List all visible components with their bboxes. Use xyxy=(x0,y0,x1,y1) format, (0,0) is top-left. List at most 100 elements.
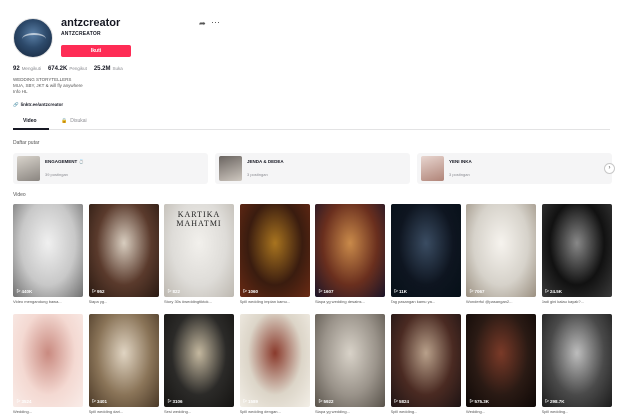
video-caption[interactable]: Siapa yg... xyxy=(89,299,159,304)
playlist-subtitle: 39 postingan xyxy=(45,172,68,177)
video-caption[interactable]: Wedding... xyxy=(13,409,83,414)
profile-stats: 92 Mengikuti 674.2K Pengikut 25.2M Suka xyxy=(13,66,123,72)
video-thumbnail[interactable]: ▷ 3106 xyxy=(164,314,234,407)
video-caption[interactable]: Siapa yg wedding... xyxy=(315,409,385,414)
video-caption[interactable]: Spill wedding... xyxy=(391,409,461,414)
following-stat[interactable]: 92 Mengikuti xyxy=(13,66,41,72)
play-icon: ▷ xyxy=(545,398,549,403)
view-count: ▷ 11K xyxy=(395,288,407,294)
video-caption[interactable]: Spill wedding dari... xyxy=(89,409,159,414)
video-thumbnail[interactable]: ▷ 575.3K xyxy=(466,314,536,407)
playlists-title: Daftar putar xyxy=(13,140,40,146)
playlist-card[interactable]: ENGAGEMENT 💍 39 postingan xyxy=(13,153,208,184)
play-icon: ▷ xyxy=(319,398,323,403)
tab-liked[interactable]: 🔒 Disukai xyxy=(61,118,87,124)
video-caption[interactable]: Spill wedding dengan... xyxy=(240,409,310,414)
playlists-row: ENGAGEMENT 💍 39 postingan JENDA & DEDEA … xyxy=(13,153,618,184)
share-icon[interactable]: ➦ xyxy=(199,19,209,29)
video-thumbnail[interactable]: ▷ 5824 xyxy=(390,314,461,407)
more-icon[interactable]: ⋯ xyxy=(211,17,223,27)
nickname: ANTZCREATOR xyxy=(61,31,101,37)
view-count-value: 575.3K xyxy=(474,398,489,404)
likes-label: Suka xyxy=(112,66,123,71)
view-count: ▷ 7067 xyxy=(470,288,484,294)
profile-link[interactable]: 🔗 linktr.ee/antzcreator xyxy=(13,102,63,108)
video-thumbnail[interactable]: ▷ 3401 xyxy=(88,314,159,407)
play-icon: ▷ xyxy=(243,288,247,293)
video-thumbnail[interactable]: ▷ 24.5K xyxy=(541,204,612,297)
followers-stat[interactable]: 674.2K Pengikut xyxy=(48,66,87,72)
view-count-value: 3524 xyxy=(21,398,32,404)
view-count: ▷ 822 xyxy=(168,288,180,294)
view-count-value: 5824 xyxy=(398,398,409,404)
link-icon: 🔗 xyxy=(13,102,19,107)
view-count-value: 298.7K xyxy=(549,398,565,404)
playlist-card[interactable]: YENI INKA 3 postingan xyxy=(417,153,612,184)
view-count-value: 1589 xyxy=(247,398,258,404)
chevron-right-icon[interactable]: › xyxy=(604,163,615,174)
following-count: 92 xyxy=(13,66,20,72)
thumbnail-text: KARTIKA MAHATMI xyxy=(176,210,222,228)
video-caption[interactable]: Tag pasangan kamu ya... xyxy=(391,299,461,304)
follow-button[interactable]: Ikuti xyxy=(61,45,131,57)
video-thumbnail[interactable]: ▷ 3524 xyxy=(13,314,83,407)
video-thumbnail[interactable]: ▷ 440K xyxy=(13,204,83,297)
view-count: ▷ 298.7K xyxy=(546,398,565,404)
video-caption[interactable]: Jadi gini kalau kayak?... xyxy=(542,299,612,304)
profile-link-text: linktr.ee/antzcreator xyxy=(20,102,64,107)
view-count: ▷ 1607 xyxy=(319,288,333,294)
view-count-value: 440K xyxy=(21,288,33,294)
playlist-card[interactable]: JENDA & DEDEA 3 postingan xyxy=(215,153,410,184)
view-count-value: 24.5K xyxy=(549,288,562,294)
playlist-thumbnail xyxy=(421,156,444,181)
video-thumbnail[interactable]: ▷ 7067 xyxy=(466,204,536,297)
profile-tabs: Video 🔒 Disukai xyxy=(13,116,610,130)
video-thumbnail[interactable]: ▷ 5922 xyxy=(315,314,385,407)
play-icon: ▷ xyxy=(470,398,474,403)
video-thumbnail[interactable]: ▷ 1060 xyxy=(239,204,310,297)
play-icon: ▷ xyxy=(319,288,323,293)
video-caption[interactable]: Siapa yg wedding desains... xyxy=(315,299,385,304)
play-icon: ▷ xyxy=(168,398,172,403)
play-icon: ▷ xyxy=(92,288,96,293)
view-count: ▷ 3106 xyxy=(168,398,182,404)
video-caption[interactable]: Sesi wedding... xyxy=(164,409,234,414)
view-count: ▷ 1589 xyxy=(244,398,258,404)
video-caption[interactable]: Spill wedding... xyxy=(542,409,612,414)
tab-liked-label: Disukai xyxy=(70,118,87,124)
lock-icon: 🔒 xyxy=(61,118,68,124)
view-count-value: 11K xyxy=(398,288,407,294)
play-icon: ▷ xyxy=(470,288,474,293)
video-thumbnail[interactable]: ▷ 298.7K xyxy=(541,314,612,407)
video-caption[interactable]: Wedding... xyxy=(466,409,536,414)
video-caption[interactable]: Story 30s #weddingtiktok... xyxy=(164,299,234,304)
tab-video[interactable]: Video xyxy=(23,118,37,124)
tab-video-label: Video xyxy=(23,118,37,124)
video-thumbnail[interactable]: ▷ 11K xyxy=(390,204,461,297)
view-count: ▷ 5922 xyxy=(319,398,333,404)
play-icon: ▷ xyxy=(545,288,549,293)
view-count: ▷ 575.3K xyxy=(470,398,489,404)
view-count: ▷ 1060 xyxy=(244,288,258,294)
video-thumbnail[interactable]: ▷ 1607 xyxy=(315,204,385,297)
video-thumbnail[interactable]: KARTIKA MAHATMI ▷ 822 xyxy=(164,204,234,297)
likes-count: 25.2M xyxy=(93,66,111,72)
video-thumbnail[interactable]: ▷ 1589 xyxy=(239,314,310,407)
view-count-value: 5922 xyxy=(323,398,334,404)
video-thumbnail[interactable]: ▷ 952 xyxy=(88,204,159,297)
play-icon: ▷ xyxy=(394,288,398,293)
followers-label: Pengikut xyxy=(69,66,87,71)
view-count: ▷ 440K xyxy=(17,288,32,294)
video-caption[interactable]: Video mengandung bawa... xyxy=(13,299,83,304)
view-count-value: 7067 xyxy=(474,288,485,294)
view-count-value: 1060 xyxy=(247,288,258,294)
view-count: ▷ 24.5K xyxy=(546,288,562,294)
play-icon: ▷ xyxy=(17,398,21,403)
active-tab-indicator xyxy=(13,128,49,130)
video-caption[interactable]: Spill wedding impian kamu... xyxy=(240,299,310,304)
avatar[interactable] xyxy=(13,18,53,58)
view-count-value: 822 xyxy=(172,288,180,294)
likes-stat: 25.2M Suka xyxy=(94,66,123,72)
view-count: ▷ 952 xyxy=(93,288,105,294)
video-caption[interactable]: Wonderful @pasangan2... xyxy=(466,299,536,304)
